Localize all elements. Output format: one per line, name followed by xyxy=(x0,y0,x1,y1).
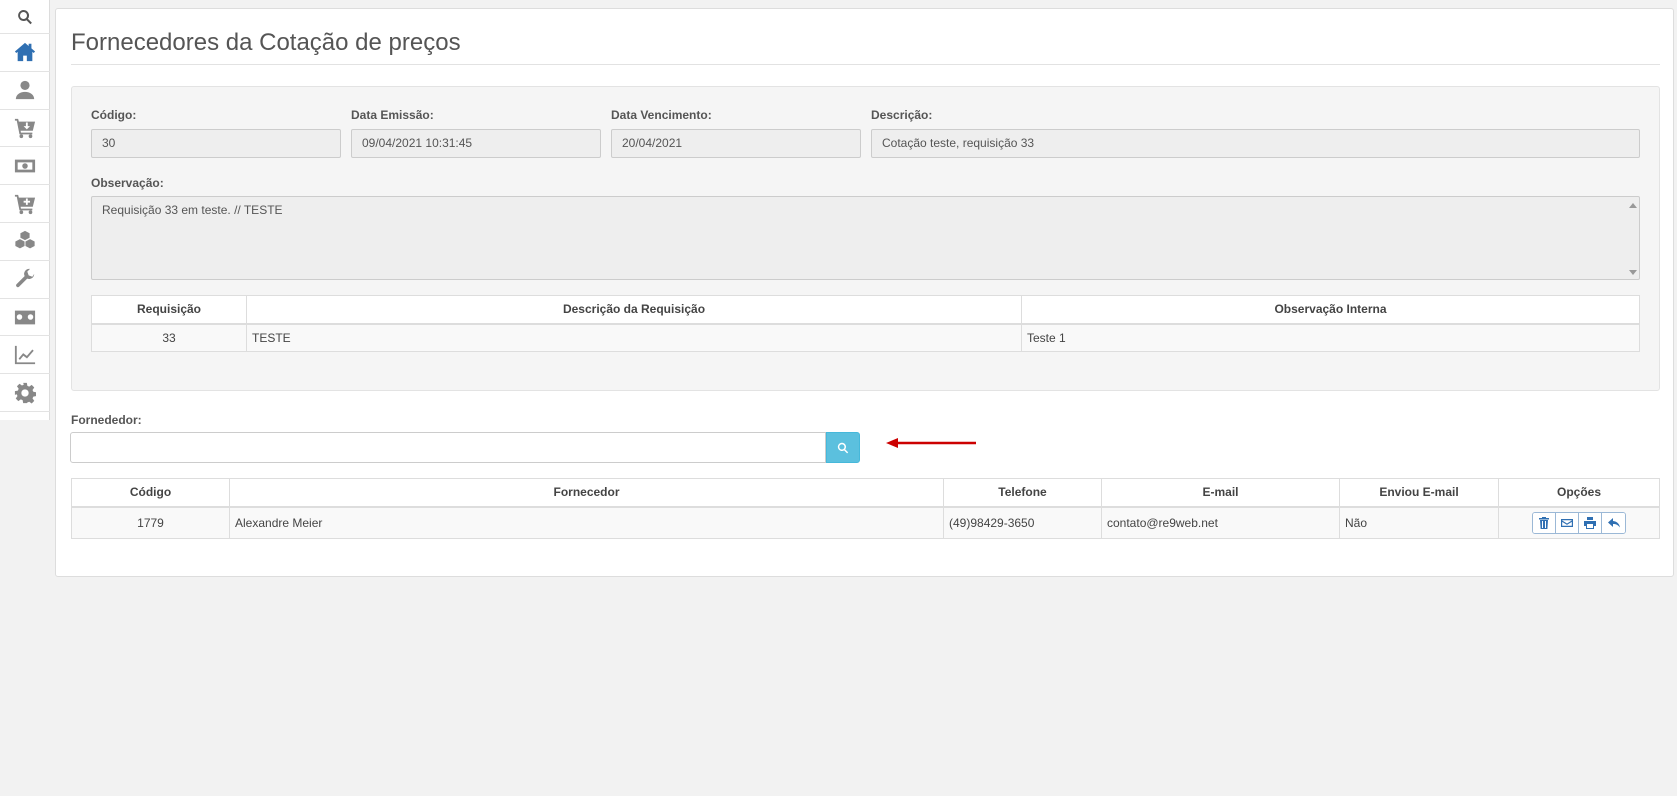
email-cell: contato@re9web.net xyxy=(1101,506,1340,539)
observacao-text: Requisição 33 em teste. // TESTE xyxy=(102,203,283,217)
options-button-group xyxy=(1532,511,1626,534)
col-enviou-email: Enviou E-mail xyxy=(1339,478,1499,508)
suppliers-table: Código Fornecedor Telefone E-mail Enviou… xyxy=(71,478,1660,539)
data-emissao-field[interactable]: 09/04/2021 10:31:45 xyxy=(351,129,601,158)
sidebar-item-finance[interactable] xyxy=(0,147,50,186)
sidebar-item-purchases[interactable] xyxy=(0,110,50,148)
data-emissao-label: Data Emissão: xyxy=(351,108,434,122)
sidebar-item-settings[interactable] xyxy=(0,374,50,412)
col-codigo: Código xyxy=(71,478,230,508)
descricao-label: Descrição: xyxy=(871,108,933,122)
print-icon xyxy=(1584,516,1596,529)
sidebar xyxy=(0,0,50,420)
user-icon xyxy=(15,81,35,100)
gear-icon xyxy=(14,382,36,404)
fornecedor-cell: Alexandre Meier xyxy=(229,506,944,539)
sidebar-item-reports[interactable] xyxy=(0,336,50,375)
fornecedor-label: Fornededor: xyxy=(71,413,142,427)
scroll-up-icon[interactable] xyxy=(1629,203,1637,208)
table-header-row: Requisição Descrição da Requisição Obser… xyxy=(91,295,1640,325)
fornecedor-input[interactable] xyxy=(70,432,826,463)
send-email-button[interactable] xyxy=(1556,512,1579,533)
textarea-scrollbar[interactable] xyxy=(1627,201,1637,277)
chart-line-icon xyxy=(14,345,36,364)
enviou-email-cell: Não xyxy=(1339,506,1499,539)
cubes-icon xyxy=(15,231,35,249)
home-icon xyxy=(14,43,36,62)
envelope-icon xyxy=(1561,518,1573,527)
money-icon xyxy=(14,159,36,173)
sidebar-item-home[interactable] xyxy=(0,34,50,72)
sidebar-item-tools[interactable] xyxy=(0,261,50,299)
sidebar-item-stock[interactable] xyxy=(0,223,50,261)
cassette-icon xyxy=(14,310,36,325)
quote-details-well: Código: 30 Data Emissão: 09/04/2021 10:3… xyxy=(71,86,1660,391)
col-telefone: Telefone xyxy=(943,478,1102,508)
codigo-label: Código: xyxy=(91,108,137,122)
descricao-cell: TESTE xyxy=(246,323,1022,352)
search-icon xyxy=(837,442,849,453)
data-vencimento-field[interactable]: 20/04/2021 xyxy=(611,129,861,158)
codigo-cell: 1779 xyxy=(71,506,230,539)
cart-plus-icon xyxy=(14,194,36,214)
trash-icon xyxy=(1539,516,1549,529)
observacao-interna-cell: Teste 1 xyxy=(1021,323,1640,352)
requisicao-cell: 33 xyxy=(91,323,247,352)
col-fornecedor: Fornecedor xyxy=(229,478,944,508)
annotation-arrow-icon xyxy=(886,438,976,448)
telefone-cell: (49)98429-3650 xyxy=(943,506,1102,539)
observacao-label: Observação: xyxy=(91,176,164,190)
sidebar-item-sales[interactable] xyxy=(0,185,50,223)
data-vencimento-label: Data Vencimento: xyxy=(611,108,712,122)
wrench-icon xyxy=(16,269,35,288)
print-button[interactable] xyxy=(1579,512,1602,533)
observacao-textarea[interactable]: Requisição 33 em teste. // TESTE xyxy=(91,196,1640,280)
page-title: Fornecedores da Cotação de preços xyxy=(71,29,461,56)
reply-icon xyxy=(1607,517,1620,528)
title-divider xyxy=(71,64,1660,65)
col-observacao-interna: Observação Interna xyxy=(1021,295,1640,325)
col-opcoes: Opções xyxy=(1498,478,1660,508)
sidebar-item-search[interactable] xyxy=(0,0,50,34)
requisitions-table: Requisição Descrição da Requisição Obser… xyxy=(91,295,1640,352)
table-row[interactable]: 33 TESTE Teste 1 xyxy=(91,323,1640,352)
fornecedor-search-button[interactable] xyxy=(826,432,860,463)
col-requisicao: Requisição xyxy=(91,295,247,325)
opcoes-cell xyxy=(1498,506,1660,539)
delete-button[interactable] xyxy=(1533,512,1556,533)
col-descricao-requisicao: Descrição da Requisição xyxy=(246,295,1022,325)
col-email: E-mail xyxy=(1101,478,1340,508)
cart-down-icon xyxy=(14,118,36,139)
descricao-field[interactable]: Cotação teste, requisição 33 xyxy=(871,129,1640,158)
scroll-down-icon[interactable] xyxy=(1629,270,1637,275)
sidebar-item-media[interactable] xyxy=(0,299,50,337)
search-icon xyxy=(18,9,32,24)
table-header-row: Código Fornecedor Telefone E-mail Enviou… xyxy=(71,478,1660,508)
table-row[interactable]: 1779 Alexandre Meier (49)98429-3650 cont… xyxy=(71,506,1660,539)
sidebar-item-user[interactable] xyxy=(0,72,50,110)
codigo-field[interactable]: 30 xyxy=(91,129,341,158)
reply-button[interactable] xyxy=(1602,512,1625,533)
